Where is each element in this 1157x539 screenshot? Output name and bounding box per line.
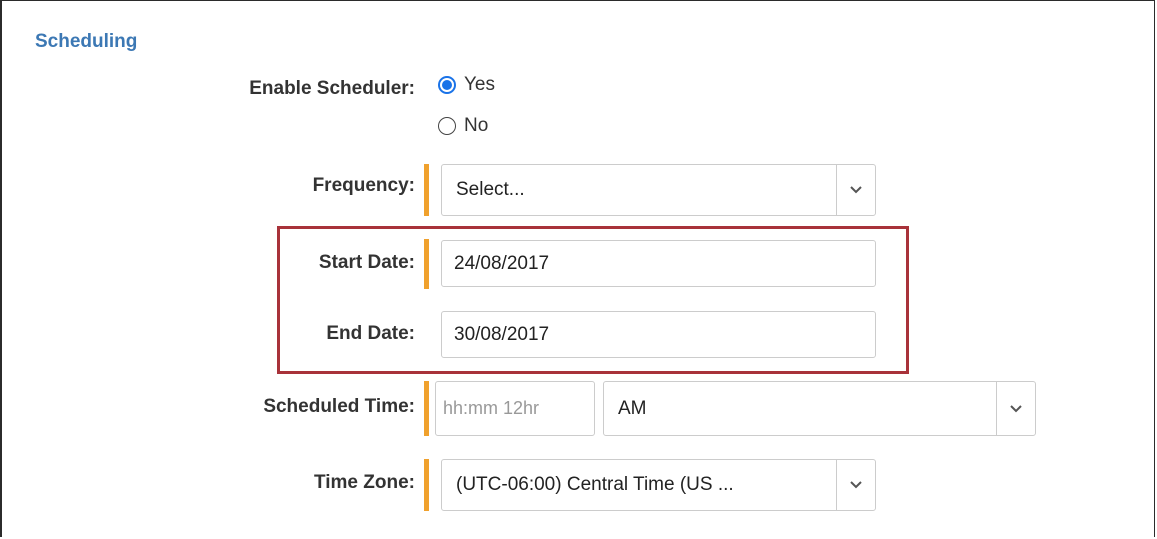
time-zone-select[interactable]: (UTC-06:00) Central Time (US ... (441, 459, 876, 511)
radio-no-button[interactable] (438, 117, 456, 135)
frequency-required-bar (424, 164, 429, 216)
frequency-label: Frequency: (312, 175, 415, 196)
radio-yes[interactable]: Yes (438, 74, 495, 96)
start-date-label: Start Date: (318, 252, 415, 273)
chevron-down-icon[interactable] (996, 382, 1035, 435)
start-date-required-bar (424, 239, 429, 289)
radio-yes-label: Yes (464, 74, 495, 95)
start-date-input[interactable]: 24/08/2017 (441, 240, 876, 287)
chevron-down-icon[interactable] (836, 460, 875, 510)
chevron-down-icon[interactable] (836, 165, 875, 215)
frequency-select[interactable]: Select... (441, 164, 876, 216)
radio-no[interactable]: No (438, 115, 488, 137)
ampm-select[interactable]: AM (603, 381, 1036, 436)
section-title: Scheduling (35, 31, 138, 52)
radio-yes-button[interactable] (438, 76, 456, 94)
scheduled-time-label: Scheduled Time: (263, 396, 415, 417)
radio-no-label: No (464, 115, 489, 136)
time-zone-required-bar (424, 459, 429, 511)
frequency-select-value: Select... (456, 179, 525, 200)
end-date-input[interactable]: 30/08/2017 (441, 311, 876, 358)
end-date-label: End Date: (326, 323, 415, 344)
ampm-select-value: AM (618, 397, 647, 419)
time-zone-label: Time Zone: (314, 472, 415, 493)
time-zone-select-value: (UTC-06:00) Central Time (US ... (456, 474, 734, 495)
scheduled-time-input[interactable]: hh:mm 12hr (435, 381, 595, 436)
enable-scheduler-label: Enable Scheduler: (249, 78, 415, 99)
scheduled-time-required-bar (424, 381, 429, 436)
